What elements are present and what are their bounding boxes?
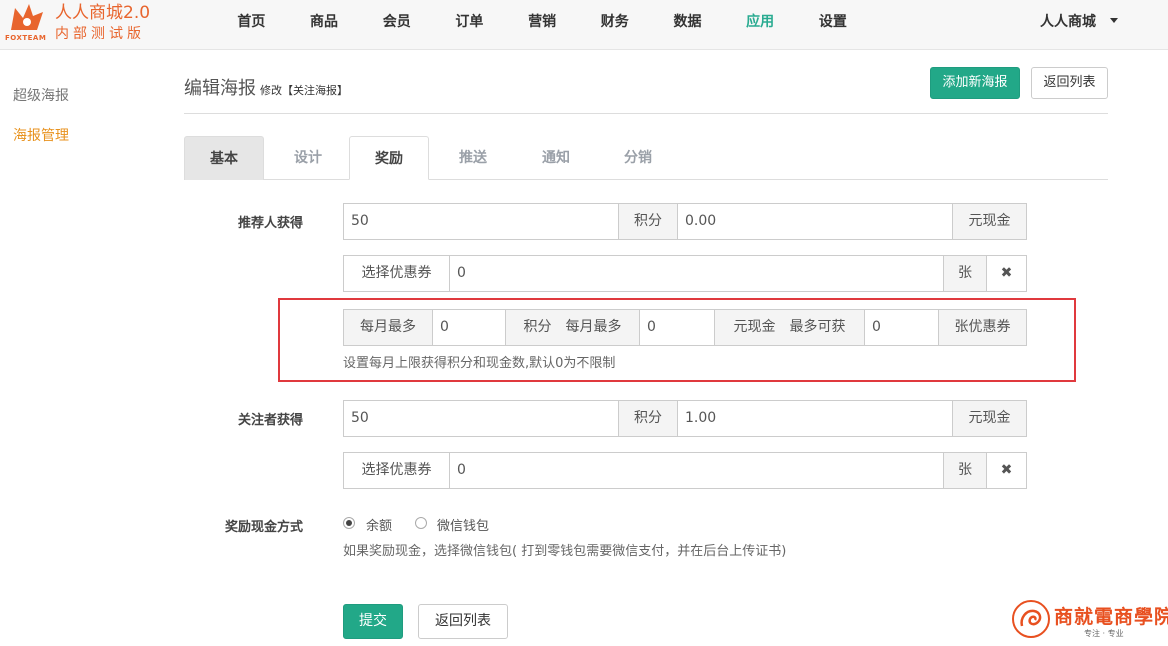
add-poster-button[interactable]: 添加新海报 [930,67,1020,99]
referrer-cash-unit: 元现金 [952,203,1027,240]
header-divider [184,113,1108,114]
nav-marketing[interactable]: 营销 [506,0,579,50]
tab-distribution[interactable]: 分销 [598,136,678,180]
tab-notify[interactable]: 通知 [516,136,596,180]
follower-coupon-input[interactable]: 0 [449,452,944,489]
referrer-points-input[interactable]: 50 [343,203,619,240]
sidebar-item-poster-manage[interactable]: 海报管理 [13,125,69,145]
close-icon: ✖ [1000,265,1013,281]
follower-cash-input[interactable]: 1.00 [677,400,953,437]
payout-balance-label[interactable]: 余额 [366,515,392,534]
form-back-button[interactable]: 返回列表 [418,604,508,639]
nav-data[interactable]: 数据 [651,0,724,50]
monthly-coupon-label: 元现金 最多可获 [714,309,865,346]
nav-orders[interactable]: 订单 [433,0,506,50]
tab-design[interactable]: 设计 [268,136,348,180]
tab-basic[interactable]: 基本 [184,136,264,180]
top-navbar: FOXTEAM 人人商城2.0 内部测试版 首页 商品 会员 订单 营销 财务 … [0,0,1168,50]
page-title-meta: 修改【关注海报】 [260,84,348,97]
watermark-logo: 商就電商學院 专注 · 专业 [1012,600,1168,642]
referrer-label: 推荐人获得 [238,216,304,231]
nav-home[interactable]: 首页 [215,0,288,50]
page-title: 编辑海报 修改【关注海报】 [184,74,348,100]
referrer-clear-coupon-button[interactable]: ✖ [986,255,1027,292]
follower-coupon-unit: 张 [943,452,987,489]
referrer-coupon-unit: 张 [943,255,987,292]
payout-balance-radio[interactable] [343,517,355,529]
follower-cash-unit: 元现金 [952,400,1027,437]
close-icon: ✖ [1000,462,1013,478]
monthly-cash-label: 积分 每月最多 [505,309,640,346]
dragon-emblem-icon [1012,600,1050,638]
brand-title: 人人商城2.0 [55,3,151,23]
follower-points-input[interactable]: 50 [343,400,619,437]
payout-wechat-label[interactable]: 微信钱包 [437,515,489,534]
nav-goods[interactable]: 商品 [288,0,361,50]
watermark-title: 商就電商學院 [1054,606,1168,628]
brand-subtitle: 内部测试版 [55,26,145,42]
caret-down-icon[interactable] [1110,18,1118,23]
payout-wechat-radio[interactable] [415,517,427,529]
nav-finance[interactable]: 财务 [578,0,651,50]
payout-label: 奖励现金方式 [225,520,304,535]
back-to-list-button[interactable]: 返回列表 [1031,67,1108,99]
monthly-cash-input[interactable]: 0 [639,309,715,346]
monthly-limit-help: 设置每月上限获得积分和现金数,默认0为不限制 [343,356,616,371]
page-title-text: 编辑海报 [184,78,256,99]
tab-push[interactable]: 推送 [433,136,513,180]
monthly-coupon-input[interactable]: 0 [864,309,939,346]
referrer-points-unit: 积分 [618,203,678,240]
payout-help: 如果奖励现金，选择微信钱包( 打到零钱包需要微信支付，并在后台上传证书) [343,544,787,559]
referrer-cash-input[interactable]: 0.00 [677,203,953,240]
referrer-select-coupon-button[interactable]: 选择优惠券 [343,255,450,292]
brand-logo[interactable]: FOXTEAM 人人商城2.0 内部测试版 [5,2,165,46]
follower-clear-coupon-button[interactable]: ✖ [986,452,1027,489]
nav-members[interactable]: 会员 [360,0,433,50]
nav-apps[interactable]: 应用 [724,0,797,50]
nav-settings[interactable]: 设置 [797,0,870,50]
follower-label: 关注者获得 [238,413,304,428]
follower-select-coupon-button[interactable]: 选择优惠券 [343,452,450,489]
follower-points-unit: 积分 [618,400,678,437]
tab-reward[interactable]: 奖励 [349,136,429,180]
sidebar-item-super-poster[interactable]: 超级海报 [13,85,69,105]
submit-button[interactable]: 提交 [343,604,403,639]
watermark-sub: 专注 · 专业 [1084,629,1124,638]
logo-text: FOXTEAM [5,34,47,42]
monthly-points-label: 每月最多 [343,309,433,346]
user-menu[interactable]: 人人商城 [1040,0,1096,44]
monthly-points-input[interactable]: 0 [432,309,506,346]
monthly-coupon-unit: 张优惠券 [938,309,1027,346]
referrer-coupon-input[interactable]: 0 [449,255,944,292]
fox-logo-icon [11,4,43,30]
main-nav: 首页 商品 会员 订单 营销 财务 数据 应用 设置 [215,0,869,50]
